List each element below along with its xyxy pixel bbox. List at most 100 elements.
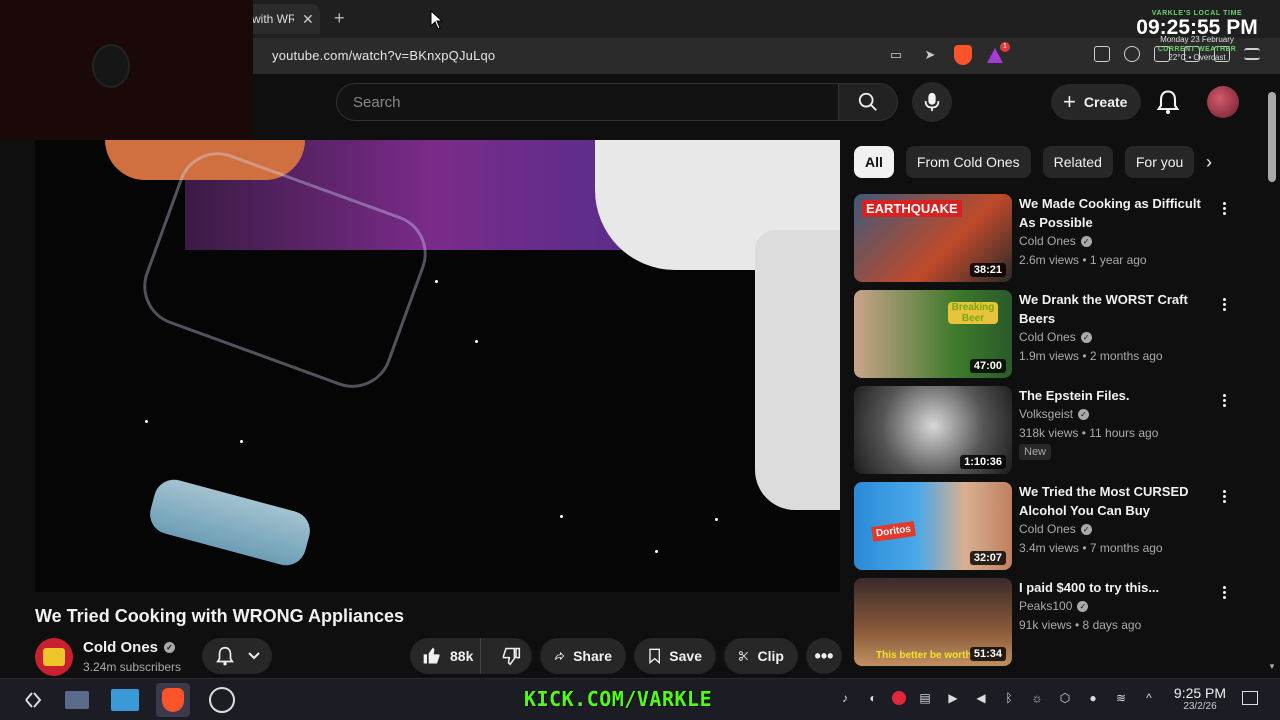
scroll-down-arrow-icon[interactable]: ▼ [1268,662,1276,671]
video-frame-shard [715,518,718,521]
video-duration: 1:10:36 [960,455,1006,469]
brave-rewards-icon[interactable]: 1 [986,42,1010,64]
chip-from-channel[interactable]: From Cold Ones [905,146,1031,178]
media-player-icon[interactable]: ▶ [944,689,962,707]
bookmark-icon [649,648,660,665]
notifications-bell-icon[interactable] [1154,88,1182,116]
notifications-icon[interactable]: ♪ [836,689,854,707]
channel-name-row[interactable]: Cold Ones ✓ [83,639,176,656]
chip-related[interactable]: Related [1042,146,1113,178]
video-thumbnail[interactable]: 1:10:36 [854,386,1012,474]
video-player[interactable] [35,140,840,592]
stream-clock-overlay: VARKLE'S LOCAL TIME 09:25:55 PM Monday 2… [1126,10,1268,62]
rec-channel[interactable]: Cold Ones ✓ [1019,330,1092,344]
plus-icon: + [1063,89,1076,114]
chip-all[interactable]: All [854,146,894,178]
tab-close-icon[interactable]: ✕ [302,11,314,28]
brave-shield-icon[interactable] [954,45,972,65]
more-vertical-icon[interactable] [1216,294,1232,314]
save-button[interactable]: Save [634,638,716,674]
search-box [336,83,838,121]
chevron-right-icon[interactable]: › [1196,150,1222,174]
new-badge: New [1019,444,1052,460]
obs-app-icon[interactable] [205,683,239,717]
video-frame-shard [475,340,478,343]
video-thumbnail[interactable]: EARTHQUAKE 38:21 [854,194,1012,282]
cast-icon[interactable]: ▭ [886,45,906,65]
send-icon[interactable]: ➤ [920,45,940,65]
rec-title[interactable]: We Drank the WORST Craft Beers [1019,290,1219,328]
volume-icon[interactable]: ◀ [972,689,990,707]
recommendation-item[interactable]: 1:10:36 The Epstein Files. Volksgeist ✓ 3… [854,386,1254,474]
weather-label: CURRENT WEATHER [1157,46,1237,53]
video-thumbnail[interactable]: Breaking Beer 47:00 [854,290,1012,378]
more-vertical-icon[interactable] [1216,198,1232,218]
account-avatar[interactable] [1207,86,1239,118]
recommendation-item[interactable]: EARTHQUAKE 38:21 We Made Cooking as Diff… [854,194,1254,282]
system-tray: ♪ ◐ ▤ ▶ ◀ ᛒ ☼ ⬡ ● ≋ ^ [836,689,1158,707]
file-manager-icon[interactable] [108,683,142,717]
recommendation-item[interactable]: This better be worth 51:34 I paid $400 t… [854,578,1254,666]
video-frame-shard [240,440,243,443]
new-tab-icon[interactable]: + [334,8,345,29]
clip-button[interactable]: Clip [724,638,798,674]
tray-expand-icon[interactable]: ^ [1140,689,1158,707]
clipboard-icon[interactable]: ▤ [916,689,934,707]
verified-icon: ✓ [1078,408,1090,420]
video-duration: 51:34 [969,647,1006,661]
folder-glyph [111,689,139,711]
vpn-icon[interactable]: ⬡ [1056,689,1074,707]
settings-app-icon[interactable] [60,683,94,717]
search-input[interactable] [337,84,817,120]
bluetooth-icon[interactable]: ᛒ [1000,689,1018,707]
brightness-icon[interactable]: ☼ [1028,689,1046,707]
wifi-icon[interactable]: ≋ [1112,689,1130,707]
rec-channel[interactable]: Peaks100 ✓ [1019,599,1089,613]
video-frame-arm [755,230,840,510]
thumbs-down-icon [502,647,520,666]
rec-channel[interactable]: Volksgeist ✓ [1019,407,1090,421]
more-vertical-icon[interactable] [1216,390,1232,410]
app-launcher-icon[interactable] [16,683,50,717]
obs-tray-icon[interactable]: ◐ [864,689,882,707]
rec-title[interactable]: We Tried the Most CURSED Alcohol You Can… [1019,482,1219,520]
brave-browser-icon[interactable] [156,683,190,717]
more-vertical-icon[interactable] [1216,486,1232,506]
chip-for-you[interactable]: For you [1124,146,1195,178]
recommendation-item[interactable]: Breaking Beer 47:00 We Drank the WORST C… [854,290,1254,378]
rec-title[interactable]: I paid $400 to try this... [1019,578,1219,597]
show-desktop-icon[interactable] [1242,691,1258,705]
rec-title-line: Alcohol You Can Buy [1019,503,1150,518]
recommendation-item[interactable]: Doritos 32:07 We Tried the Most CURSED A… [854,482,1254,570]
dislike-button[interactable] [489,638,532,674]
taskbar-time: 9:25 PM [1173,685,1227,701]
like-button[interactable]: 88k [410,638,482,674]
rec-title-line: I paid $400 to try this... [1019,580,1160,595]
reader-mode-icon[interactable] [1094,46,1110,62]
subscribed-button[interactable] [202,638,272,674]
voice-search-button[interactable] [912,82,952,122]
verified-icon: ✓ [164,642,176,653]
page-scrollbar[interactable] [1268,92,1276,182]
microphone-tray-icon[interactable]: ● [1084,689,1102,707]
rec-channel[interactable]: Cold Ones ✓ [1019,522,1092,536]
rec-title[interactable]: The Epstein Files. [1019,386,1219,405]
rec-channel-name: Peaks100 [1019,599,1073,613]
video-thumbnail[interactable]: This better be worth 51:34 [854,578,1012,666]
share-button[interactable]: Share [540,638,626,674]
address-bar-icons: ▭ ➤ 1 [886,42,1010,65]
more-vertical-icon[interactable] [1216,582,1232,602]
url-field[interactable]: youtube.com/watch?v=BKnxpQJuLqo [272,48,495,63]
verified-icon: ✓ [1080,523,1092,535]
more-actions-button[interactable]: ••• [806,638,842,674]
rec-title[interactable]: We Made Cooking as Difficult As Possible [1019,194,1219,232]
recording-icon[interactable] [892,691,906,705]
rec-channel-name: Volksgeist [1019,407,1074,421]
search-button[interactable] [838,83,898,121]
video-duration: 32:07 [969,551,1006,565]
rec-channel[interactable]: Cold Ones ✓ [1019,234,1092,248]
taskbar-clock[interactable]: 9:25 PM 23/2/26 [1168,685,1232,712]
channel-avatar[interactable] [35,638,73,676]
create-button[interactable]: + Create [1051,84,1141,120]
video-thumbnail[interactable]: Doritos 32:07 [854,482,1012,570]
